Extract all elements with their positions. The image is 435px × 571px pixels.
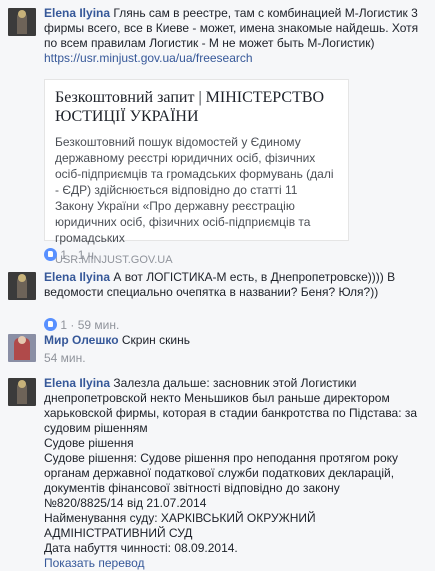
comment-text-line: Залезла дальше: засновник этой Логистики (113, 376, 357, 390)
comment-time[interactable]: 1 ч (78, 248, 94, 262)
preview-title[interactable]: Безкоштовний запит | МІНІСТЕРСТВО ЮСТИЦІ… (55, 88, 338, 126)
comment-text-line: харьковской фирмы, которая в стадии банк… (44, 406, 418, 420)
comment-author[interactable]: Elena Ilyina (44, 376, 110, 390)
like-count[interactable]: 1 (60, 318, 67, 332)
like-icon (44, 318, 57, 331)
avatar[interactable] (8, 334, 36, 362)
comment-text: Скрин скинь (121, 333, 190, 347)
comment-text-line: судовим рішенням (44, 421, 148, 435)
comment-text-line: Найменування суду: ХАРКІВСЬКИЙ ОКРУЖНИЙ (44, 511, 316, 525)
comment-text-line: №820/8825/14 від 21.07.2014 (44, 496, 207, 510)
comment-body: Мир Олешко Скрин скинь (44, 333, 425, 348)
comment-author[interactable]: Мир Олешко (44, 333, 119, 347)
comment-meta: 54 мин. (44, 351, 86, 366)
preview-domain: USR.MINJUST.GOV.UA (55, 254, 173, 266)
comment-text-line: днепропетровской некто Меньшиков был ран… (44, 391, 390, 405)
comment-text-line: документів фінансової звітності відповід… (44, 481, 340, 495)
comment-text-line: Судове рішення: Судове рішення про непод… (44, 451, 398, 465)
comment-meta: 1 · 59 мин. (44, 318, 119, 333)
comment-text-line: АДМІНІСТРАТИВНИЙ СУД (44, 526, 193, 540)
see-translation-link[interactable]: Показать перевод (44, 556, 145, 570)
comment-text-line: Судове рішення (44, 436, 134, 450)
like-count[interactable]: 1 (60, 248, 67, 262)
comment-author[interactable]: Elena Ilyina (44, 6, 110, 20)
comment-body: Elena Ilyina Глянь сам в реестре, там с … (44, 6, 425, 66)
like-icon (44, 248, 57, 261)
comment-text-line: органам державної податкової служби пода… (44, 466, 395, 480)
link-preview-card[interactable]: Безкоштовний запит | МІНІСТЕРСТВО ЮСТИЦІ… (44, 79, 349, 266)
avatar[interactable] (8, 8, 36, 36)
comment-text-line: Дата набуття чинності: 08.09.2014. (44, 541, 238, 555)
comment-time[interactable]: 59 мин. (78, 318, 120, 332)
comment-link[interactable]: https://usr.minjust.gov.ua/ua/freesearch (44, 51, 253, 65)
preview-description: Безкоштовний пошук відомостей у Єдиному … (55, 135, 334, 245)
comment-body: Elena Ilyina А вот ЛОГІСТИКА-М есть, в Д… (44, 270, 425, 300)
avatar[interactable] (8, 378, 36, 406)
comment-author[interactable]: Elena Ilyina (44, 270, 110, 284)
avatar[interactable] (8, 272, 36, 300)
comment-meta: 1 · 1 ч (44, 248, 94, 263)
comment-body: Elena Ilyina Залезла дальше: засновник э… (44, 376, 425, 571)
comment-time[interactable]: 54 мин. (44, 351, 86, 365)
